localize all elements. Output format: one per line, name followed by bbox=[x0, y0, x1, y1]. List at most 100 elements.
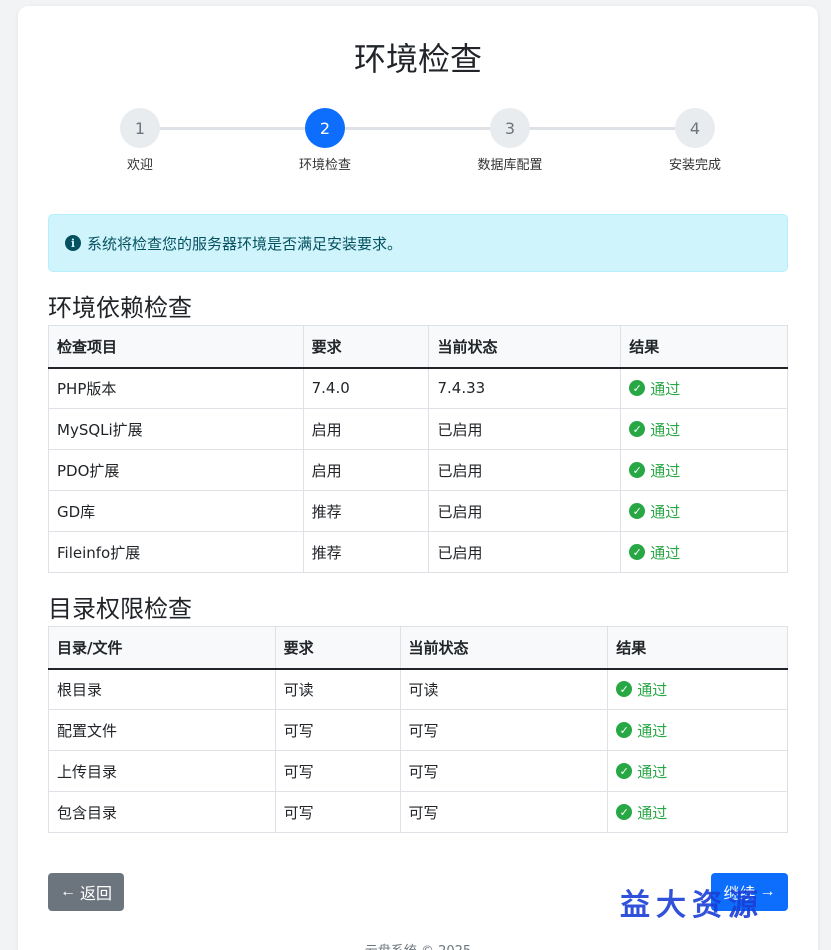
page-title: 环境检查 bbox=[353, 40, 482, 78]
dir-section-title: 目录权限检查 bbox=[48, 595, 192, 623]
result-text: 通过 bbox=[637, 762, 668, 781]
step-number: 2 bbox=[305, 108, 345, 148]
step-label: 环境检查 bbox=[298, 158, 351, 173]
table-row: PDO扩展 启用 已启用 ✓ 通过 bbox=[48, 449, 788, 491]
stepper-track bbox=[140, 127, 695, 130]
requirement: 可写 bbox=[274, 709, 401, 751]
pass-badge: ✓ 通过 bbox=[616, 679, 667, 700]
info-icon: i bbox=[65, 235, 81, 251]
result-cell: ✓ 通过 bbox=[620, 408, 788, 450]
result-text: 通过 bbox=[637, 721, 668, 740]
requirement: 可写 bbox=[274, 750, 401, 792]
result-text: 通过 bbox=[650, 543, 681, 562]
env-check-table: 检查项目 要求 当前状态 结果 PHP版本 7.4.0 7.4.33 ✓ 通过 M… bbox=[48, 325, 788, 573]
pass-badge: ✓ 通过 bbox=[629, 460, 680, 481]
footer-copyright: 云盘系统 © 2025 bbox=[18, 940, 818, 950]
table-row: 包含目录 可写 可写 ✓ 通过 bbox=[48, 791, 788, 833]
table-row: 根目录 可读 可读 ✓ 通过 bbox=[48, 668, 788, 710]
directory-item: 配置文件 bbox=[48, 709, 276, 751]
current-status: 可写 bbox=[399, 750, 609, 792]
current-status: 已启用 bbox=[428, 490, 622, 532]
check-circle-icon: ✓ bbox=[616, 763, 633, 779]
check-circle-icon: ✓ bbox=[629, 544, 646, 560]
check-item: PHP版本 bbox=[48, 367, 304, 409]
step-number: 4 bbox=[675, 108, 715, 148]
pass-badge: ✓ 通过 bbox=[629, 542, 680, 563]
current-status: 可写 bbox=[399, 709, 609, 751]
step-install-complete: 4 安装完成 bbox=[635, 108, 755, 173]
column-header: 检查项目 bbox=[48, 325, 304, 369]
env-section-title: 环境依赖检查 bbox=[48, 294, 192, 322]
check-circle-icon: ✓ bbox=[629, 421, 646, 437]
check-circle-icon: ✓ bbox=[629, 380, 646, 397]
pass-badge: ✓ 通过 bbox=[616, 720, 667, 741]
step-environment-check: 2 环境检查 bbox=[265, 108, 385, 173]
table-row: GD库 推荐 已启用 ✓ 通过 bbox=[48, 490, 788, 532]
check-item: PDO扩展 bbox=[48, 449, 304, 491]
result-text: 通过 bbox=[650, 461, 681, 480]
requirement: 可读 bbox=[274, 668, 401, 710]
result-text: 通过 bbox=[650, 420, 681, 439]
table-row: PHP版本 7.4.0 7.4.33 ✓ 通过 bbox=[48, 367, 788, 409]
step-label: 欢迎 bbox=[126, 158, 153, 173]
directory-item: 包含目录 bbox=[48, 791, 276, 833]
requirement: 7.4.0 bbox=[302, 367, 430, 409]
check-circle-icon: ✓ bbox=[629, 503, 646, 519]
info-alert: i 系统将检查您的服务器环境是否满足安装要求。 bbox=[48, 214, 788, 272]
requirement: 启用 bbox=[302, 449, 430, 491]
step-number: 3 bbox=[490, 108, 530, 148]
check-item: Fileinfo扩展 bbox=[48, 531, 304, 573]
table-header-row: 目录/文件 要求 当前状态 结果 bbox=[48, 626, 788, 670]
pass-badge: ✓ 通过 bbox=[629, 378, 680, 399]
check-circle-icon: ✓ bbox=[616, 681, 633, 698]
requirement: 启用 bbox=[302, 408, 430, 450]
watermark-logo: 益大资源 bbox=[620, 888, 764, 923]
step-label: 数据库配置 bbox=[477, 158, 543, 173]
requirement: 推荐 bbox=[302, 531, 430, 573]
column-header: 目录/文件 bbox=[48, 626, 276, 670]
current-status: 已启用 bbox=[428, 531, 622, 573]
result-cell: ✓ 通过 bbox=[620, 490, 788, 532]
current-status: 已启用 bbox=[428, 408, 622, 450]
current-status: 可写 bbox=[399, 791, 609, 833]
dir-permission-table: 目录/文件 要求 当前状态 结果 根目录 可读 可读 ✓ 通过 配置文件 可写 可… bbox=[48, 626, 788, 833]
current-status: 7.4.33 bbox=[428, 367, 622, 409]
pass-badge: ✓ 通过 bbox=[629, 419, 680, 440]
table-row: 配置文件 可写 可写 ✓ 通过 bbox=[48, 709, 788, 751]
table-row: Fileinfo扩展 推荐 已启用 ✓ 通过 bbox=[48, 531, 788, 573]
back-button[interactable]: ← 返回 bbox=[48, 873, 124, 911]
result-cell: ✓ 通过 bbox=[607, 709, 788, 751]
result-cell: ✓ 通过 bbox=[620, 531, 788, 573]
alert-text: 系统将检查您的服务器环境是否满足安装要求。 bbox=[87, 234, 403, 253]
result-cell: ✓ 通过 bbox=[620, 367, 788, 409]
step-number: 1 bbox=[120, 108, 160, 148]
directory-item: 根目录 bbox=[48, 668, 276, 710]
column-header: 结果 bbox=[607, 626, 788, 670]
step-label: 安装完成 bbox=[668, 158, 721, 173]
result-text: 通过 bbox=[650, 502, 681, 521]
requirement: 可写 bbox=[274, 791, 401, 833]
result-cell: ✓ 通过 bbox=[620, 449, 788, 491]
result-cell: ✓ 通过 bbox=[607, 750, 788, 792]
column-header: 结果 bbox=[620, 325, 788, 369]
install-stepper: 1 欢迎 2 环境检查 3 数据库配置 4 安装完成 bbox=[0, 108, 831, 178]
arrow-left-icon: ← bbox=[59, 883, 76, 900]
current-status: 已启用 bbox=[428, 449, 622, 491]
step-welcome: 1 欢迎 bbox=[80, 108, 200, 173]
result-text: 通过 bbox=[637, 803, 668, 822]
result-cell: ✓ 通过 bbox=[607, 791, 788, 833]
table-row: MySQLi扩展 启用 已启用 ✓ 通过 bbox=[48, 408, 788, 450]
table-row: 上传目录 可写 可写 ✓ 通过 bbox=[48, 750, 788, 792]
check-circle-icon: ✓ bbox=[616, 804, 633, 820]
result-cell: ✓ 通过 bbox=[607, 668, 788, 710]
requirement: 推荐 bbox=[302, 490, 430, 532]
pass-badge: ✓ 通过 bbox=[616, 802, 667, 823]
check-item: MySQLi扩展 bbox=[48, 408, 304, 450]
result-text: 通过 bbox=[637, 680, 668, 699]
step-database-config: 3 数据库配置 bbox=[450, 108, 570, 173]
column-header: 要求 bbox=[274, 626, 401, 670]
current-status: 可读 bbox=[399, 668, 609, 710]
pass-badge: ✓ 通过 bbox=[629, 501, 680, 522]
table-header-row: 检查项目 要求 当前状态 结果 bbox=[48, 325, 788, 369]
column-header: 当前状态 bbox=[399, 626, 609, 670]
